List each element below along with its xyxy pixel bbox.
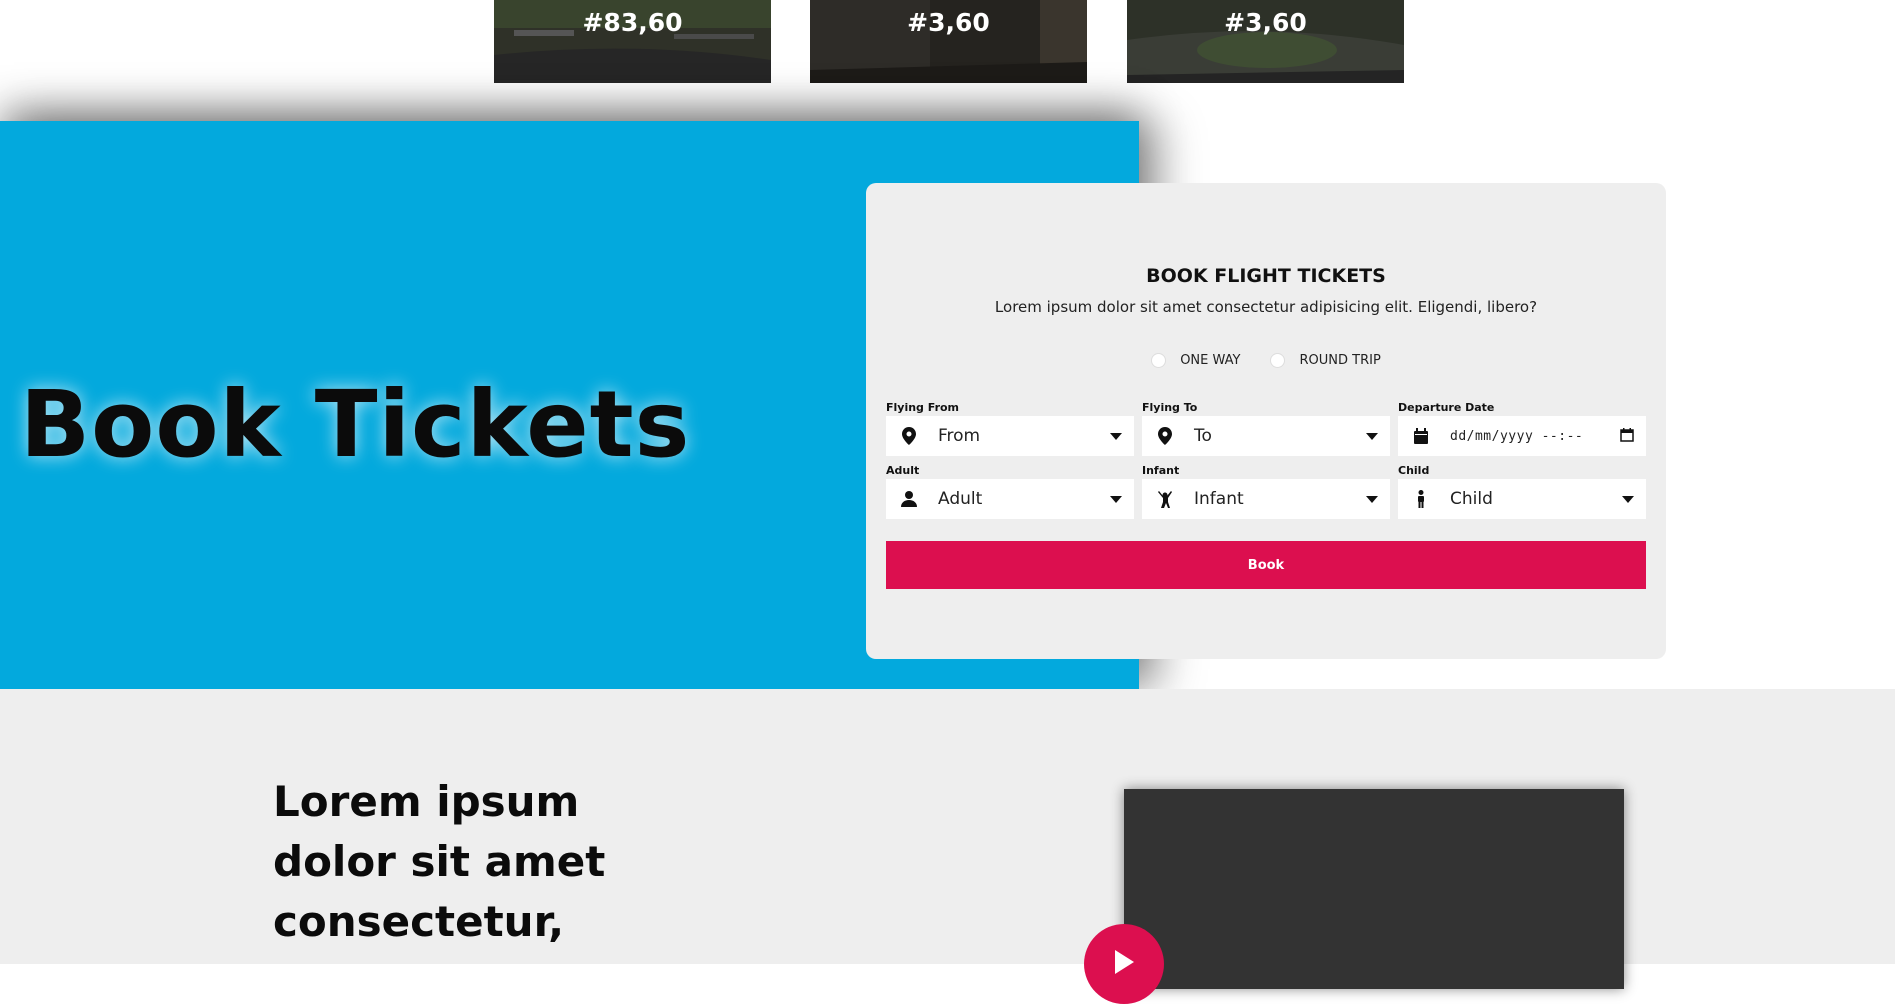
map-pin-icon (1156, 427, 1174, 445)
departure-date-group: Departure Date dd/mm/yyyy --:-- (1398, 401, 1646, 456)
departure-date-label: Departure Date (1398, 401, 1495, 414)
flying-from-group: Flying From From (886, 401, 1134, 456)
flying-from-select[interactable]: From (886, 416, 1134, 456)
departure-date-input[interactable]: dd/mm/yyyy --:-- (1398, 416, 1646, 456)
person-icon (900, 490, 918, 508)
play-button[interactable] (1084, 924, 1164, 1004)
deal-price: #3,60 (1224, 8, 1307, 37)
infant-group: Infant Infant (1142, 464, 1390, 519)
deal-card[interactable]: #3,60 (1127, 0, 1404, 83)
chevron-down-icon (1110, 432, 1122, 440)
adult-label: Adult (886, 464, 920, 477)
radio-round-trip[interactable] (1270, 353, 1286, 368)
child-standing-icon (1412, 490, 1430, 508)
deal-card[interactable]: #3,60 (810, 0, 1087, 83)
trip-type-group: ONE WAY ROUND TRIP (866, 353, 1666, 368)
play-icon (1113, 949, 1135, 979)
adult-value: Adult (938, 489, 983, 509)
chevron-down-icon (1622, 495, 1634, 503)
about-section: Lorem ipsum dolor sit amet consectetur, (0, 689, 1895, 1004)
child-label: Child (1398, 464, 1430, 477)
chevron-down-icon (1366, 432, 1378, 440)
departure-date-value: dd/mm/yyyy --:-- (1450, 428, 1584, 444)
booking-title: BOOK FLIGHT TICKETS (1146, 265, 1386, 287)
calendar-picker-icon[interactable] (1620, 427, 1634, 446)
flying-from-label: Flying From (886, 401, 960, 414)
flying-to-group: Flying To To (1142, 401, 1390, 456)
trip-option-label: ROUND TRIP (1299, 353, 1381, 368)
flying-to-select[interactable]: To (1142, 416, 1390, 456)
book-button[interactable]: Book (886, 541, 1646, 589)
deal-card[interactable]: #83,60 (494, 0, 771, 83)
map-pin-icon (900, 427, 918, 445)
trip-option-label: ONE WAY (1180, 353, 1241, 368)
child-value: Child (1450, 489, 1493, 509)
deal-price: #3,60 (907, 8, 990, 37)
flying-from-value: From (938, 426, 981, 446)
about-heading: Lorem ipsum dolor sit amet consectetur, (273, 777, 606, 946)
adult-group: Adult Adult (886, 464, 1134, 519)
deal-price: #83,60 (582, 8, 683, 37)
booking-fields: Flying From From Flying To To Departure … (886, 401, 1646, 519)
child-group: Child Child (1398, 464, 1646, 519)
chevron-down-icon (1110, 495, 1122, 503)
child-icon (1156, 490, 1174, 508)
deal-cards: #83,60 #3,60 #3,60 (0, 0, 1895, 120)
chevron-down-icon (1366, 495, 1378, 503)
adult-select[interactable]: Adult (886, 479, 1134, 519)
trip-option-round-trip[interactable]: ROUND TRIP (1270, 353, 1381, 368)
infant-select[interactable]: Infant (1142, 479, 1390, 519)
calendar-icon (1412, 427, 1430, 445)
infant-label: Infant (1142, 464, 1180, 477)
video-player[interactable] (1124, 789, 1624, 989)
child-select[interactable]: Child (1398, 479, 1646, 519)
trip-option-one-way[interactable]: ONE WAY (1151, 353, 1240, 368)
infant-value: Infant (1194, 489, 1244, 509)
booking-subtitle: Lorem ipsum dolor sit amet consectetur a… (994, 298, 1538, 316)
flying-to-label: Flying To (1142, 401, 1198, 414)
flying-to-value: To (1194, 426, 1212, 446)
booking-form: BOOK FLIGHT TICKETS Lorem ipsum dolor si… (866, 183, 1666, 659)
radio-one-way[interactable] (1151, 353, 1167, 368)
hero-title: Book Tickets (20, 371, 691, 478)
